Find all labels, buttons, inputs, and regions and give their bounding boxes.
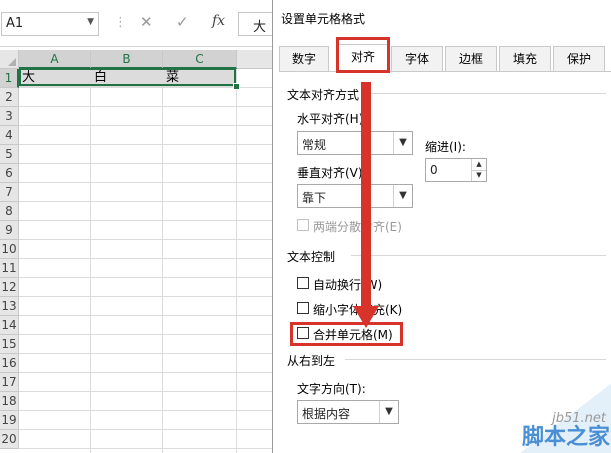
gridline-row xyxy=(19,391,272,392)
horizontal-align-select[interactable]: 常规 ▼ xyxy=(297,131,413,155)
gridline-row xyxy=(19,258,272,259)
dialog-title: 设置单元格格式 xyxy=(281,12,366,26)
tab-border[interactable]: 边框 xyxy=(445,46,497,71)
fill-handle[interactable] xyxy=(233,83,240,90)
selection-range xyxy=(19,68,236,86)
distributed-label: 两端分散对齐(E) xyxy=(313,220,402,234)
worksheet-grid[interactable]: A B C 1 2 3 4 5 6 7 8 9 10 11 12 13 14 15 16 17 18 19 20 大 … xyxy=(0,50,272,453)
section-divider xyxy=(351,255,606,256)
section-divider xyxy=(345,359,606,360)
insert-function-icon[interactable]: fx xyxy=(212,13,225,29)
highlight-box-merge xyxy=(290,322,403,346)
tab-protection[interactable]: 保护 xyxy=(553,46,605,71)
row-header-2[interactable]: 2 xyxy=(0,88,19,107)
column-header-d[interactable] xyxy=(237,50,272,69)
watermark-brand: 脚本之家 xyxy=(521,425,610,450)
row-header-3[interactable]: 3 xyxy=(0,107,19,126)
highlight-box-tab xyxy=(336,37,390,73)
gridline-row xyxy=(19,277,272,278)
shrink-to-fit-checkbox[interactable] xyxy=(297,302,309,314)
gridline-row xyxy=(19,410,272,411)
row-header-1[interactable]: 1 xyxy=(0,69,19,88)
format-cells-dialog: 设置单元格格式 数字 对齐 字体 边框 填充 保护 文本对齐方式 水平对齐(H)… xyxy=(272,0,611,453)
chevron-down-icon[interactable]: ▼ xyxy=(393,132,412,154)
gridline-row xyxy=(19,429,272,430)
cancel-icon[interactable]: ✕ xyxy=(140,13,153,31)
chevron-down-icon[interactable]: ▼ xyxy=(379,401,398,423)
gridline-row xyxy=(19,220,272,221)
resize-handle-icon[interactable]: ⋮ xyxy=(114,15,127,30)
text-direction-value: 根据内容 xyxy=(302,407,351,421)
row-header-13[interactable]: 13 xyxy=(0,297,19,316)
column-header-b[interactable]: B xyxy=(91,50,163,69)
row-header-15[interactable]: 15 xyxy=(0,335,19,354)
formula-input-value: 大 xyxy=(253,20,267,35)
row-header-5[interactable]: 5 xyxy=(0,145,19,164)
horizontal-align-value: 常规 xyxy=(302,138,327,152)
gridline-row xyxy=(19,106,272,107)
text-direction-label: 文字方向(T): xyxy=(297,382,366,396)
gridline-row xyxy=(19,239,272,240)
gridline-row xyxy=(19,372,272,373)
select-all-button[interactable] xyxy=(0,50,19,69)
vertical-align-label: 垂直对齐(V): xyxy=(297,166,367,180)
row-header-6[interactable]: 6 xyxy=(0,164,19,183)
wrap-text-checkbox[interactable] xyxy=(297,277,309,289)
gridline-row xyxy=(19,144,272,145)
name-box-value: A1 xyxy=(6,16,24,31)
tab-number[interactable]: 数字 xyxy=(279,46,329,71)
row-header-12[interactable]: 12 xyxy=(0,278,19,297)
row-header-16[interactable]: 16 xyxy=(0,354,19,373)
text-direction-select[interactable]: 根据内容 ▼ xyxy=(297,400,399,424)
tab-fill[interactable]: 填充 xyxy=(499,46,551,71)
gridline-row xyxy=(19,163,272,164)
gridline-row xyxy=(19,125,272,126)
enter-icon[interactable]: ✓ xyxy=(176,13,189,31)
row-header-9[interactable]: 9 xyxy=(0,221,19,240)
gridline-column xyxy=(162,69,163,453)
horizontal-align-label: 水平对齐(H): xyxy=(297,112,368,126)
row-header-10[interactable]: 10 xyxy=(0,240,19,259)
section-right-to-left: 从右到左 xyxy=(287,354,336,368)
column-header-a[interactable]: A xyxy=(19,50,91,69)
vertical-align-select[interactable]: 靠下 ▼ xyxy=(297,184,413,208)
vertical-align-value: 靠下 xyxy=(302,191,327,205)
shrink-to-fit-label: 缩小字体填充(K) xyxy=(313,303,403,317)
tab-divider xyxy=(279,71,611,72)
column-header-c[interactable]: C xyxy=(163,50,237,69)
row-header-14[interactable]: 14 xyxy=(0,316,19,335)
gridline-row xyxy=(19,334,272,335)
chevron-down-icon[interactable]: ▼ xyxy=(87,17,94,27)
tab-strip: 数字 对齐 字体 边框 填充 保护 xyxy=(279,44,611,72)
wrap-text-label: 自动换行(W) xyxy=(313,278,383,292)
gridline-row xyxy=(19,353,272,354)
row-header-20[interactable]: 20 xyxy=(0,430,19,449)
section-divider xyxy=(363,93,606,94)
tab-font[interactable]: 字体 xyxy=(391,46,443,71)
spin-down-icon[interactable]: ▼ xyxy=(471,170,486,181)
formula-bar: A1 ▼ ⋮ ✕ ✓ fx 大 xyxy=(0,0,280,47)
row-header-18[interactable]: 18 xyxy=(0,392,19,411)
distributed-checkbox[interactable] xyxy=(297,219,309,231)
gridline-row xyxy=(19,296,272,297)
gridline-column xyxy=(90,69,91,453)
indent-label: 缩进(I): xyxy=(425,140,466,154)
indent-value: 0 xyxy=(430,163,438,177)
row-header-4[interactable]: 4 xyxy=(0,126,19,145)
gridline-row xyxy=(19,201,272,202)
indent-stepper[interactable]: 0 ▲ ▼ xyxy=(425,158,487,182)
row-header-11[interactable]: 11 xyxy=(0,259,19,278)
section-text-control: 文本控制 xyxy=(287,250,336,264)
gridline-row xyxy=(19,182,272,183)
gridline-row xyxy=(19,315,272,316)
chevron-down-icon[interactable]: ▼ xyxy=(393,185,412,207)
name-box[interactable]: A1 ▼ xyxy=(1,12,99,36)
row-header-17[interactable]: 17 xyxy=(0,373,19,392)
gridline-column xyxy=(236,69,237,453)
gridline-row xyxy=(19,448,272,449)
row-header-19[interactable]: 19 xyxy=(0,411,19,430)
section-text-alignment: 文本对齐方式 xyxy=(287,88,360,102)
row-header-7[interactable]: 7 xyxy=(0,183,19,202)
row-header-8[interactable]: 8 xyxy=(0,202,19,221)
